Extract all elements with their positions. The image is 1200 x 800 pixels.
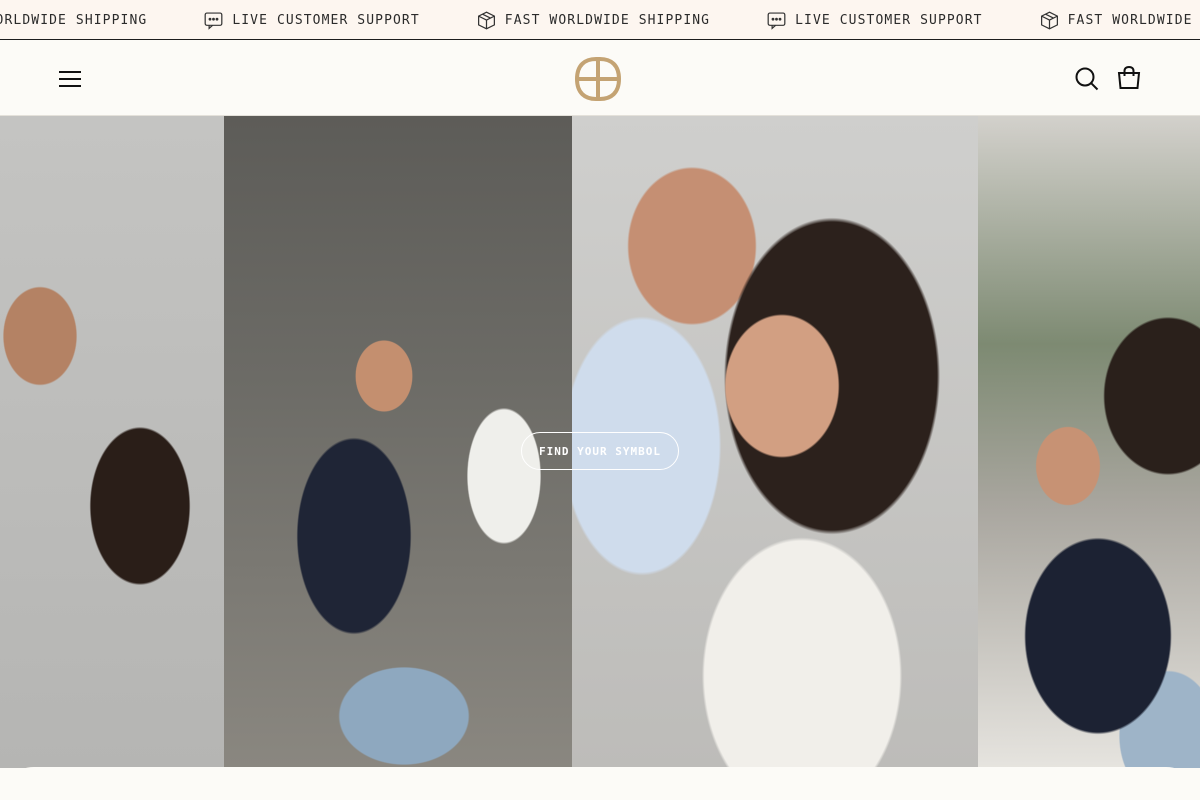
- announcement-text: LIVE CUSTOMER SUPPORT: [232, 12, 420, 28]
- chat-icon: [767, 11, 786, 30]
- box-icon: [477, 11, 495, 29]
- search-icon: [1075, 67, 1099, 91]
- hero-photo-couple-embrace: [0, 116, 224, 768]
- announcement-item: FAST WORLDWIDE SHIPPING: [0, 13, 147, 28]
- announcement-text: FAST WORLDWIDE SHIPPING: [1067, 12, 1200, 28]
- site-header: [0, 41, 1200, 116]
- announcement-item: FAST WORLDWIDE SHIPPING: [476, 10, 710, 31]
- hero-photo-couple-phone: [978, 116, 1200, 768]
- search-button[interactable]: [1073, 65, 1101, 93]
- box-icon: [1040, 11, 1058, 29]
- announcement-text: FAST WORLDWIDE SHIPPING: [504, 12, 711, 28]
- cart-button[interactable]: [1115, 64, 1143, 92]
- hero-banner: FIND YOUR SYMBOL: [0, 116, 1200, 768]
- hero-photo-couple-earphones: [224, 116, 572, 768]
- announcement-item: LIVE CUSTOMER SUPPORT: [203, 10, 419, 31]
- hamburger-menu-icon: [59, 71, 81, 87]
- announcement-text: FAST WORLDWIDE SHIPPING: [0, 12, 148, 28]
- find-your-symbol-button[interactable]: FIND YOUR SYMBOL: [521, 432, 679, 470]
- content-section-top: [0, 767, 1200, 800]
- announcement-track: FAST WORLDWIDE SHIPPING LIVE CUSTOMER SU…: [0, 0, 1200, 39]
- announcement-bar: FAST WORLDWIDE SHIPPING LIVE CUSTOMER SU…: [0, 0, 1200, 40]
- chat-icon: [204, 11, 223, 30]
- menu-button[interactable]: [56, 66, 84, 92]
- announcement-text: LIVE CUSTOMER SUPPORT: [795, 12, 983, 28]
- shopping-bag-icon: [1117, 65, 1141, 89]
- announcement-item: FAST WORLDWIDE SHIPPING: [1039, 10, 1200, 31]
- announcement-item: LIVE CUSTOMER SUPPORT: [766, 10, 982, 31]
- brand-monogram-logo: [574, 57, 622, 101]
- brand-logo[interactable]: [573, 54, 623, 104]
